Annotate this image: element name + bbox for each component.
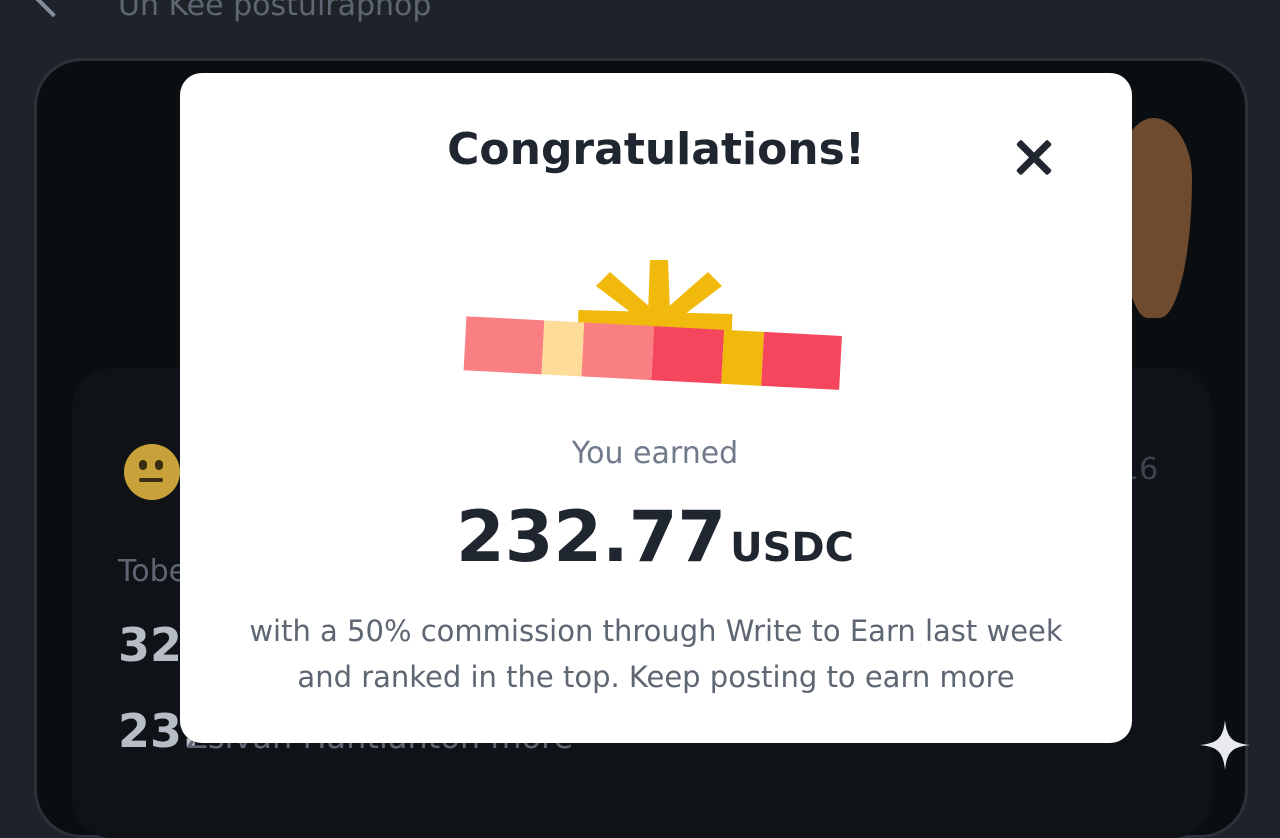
currency-label: USDC xyxy=(730,525,854,571)
close-icon[interactable] xyxy=(1008,132,1060,184)
page-title: Uh Kee postulraphop xyxy=(118,0,432,23)
earnings-description: with a 50% commission through Write to E… xyxy=(249,614,1063,694)
modal-title: Congratulations! xyxy=(447,124,865,175)
top-bar: Uh Kee postulraphop xyxy=(0,0,1280,40)
chevron-left-icon[interactable] xyxy=(34,0,72,18)
post-number-fragment: 32 xyxy=(118,618,183,672)
amount-value: 232.77 xyxy=(456,496,727,578)
gift-icon xyxy=(463,260,842,390)
earned-label: You earned xyxy=(571,436,739,471)
sparkle-icon xyxy=(1200,720,1250,770)
earned-amount: 232.77 USDC xyxy=(0,496,1280,578)
